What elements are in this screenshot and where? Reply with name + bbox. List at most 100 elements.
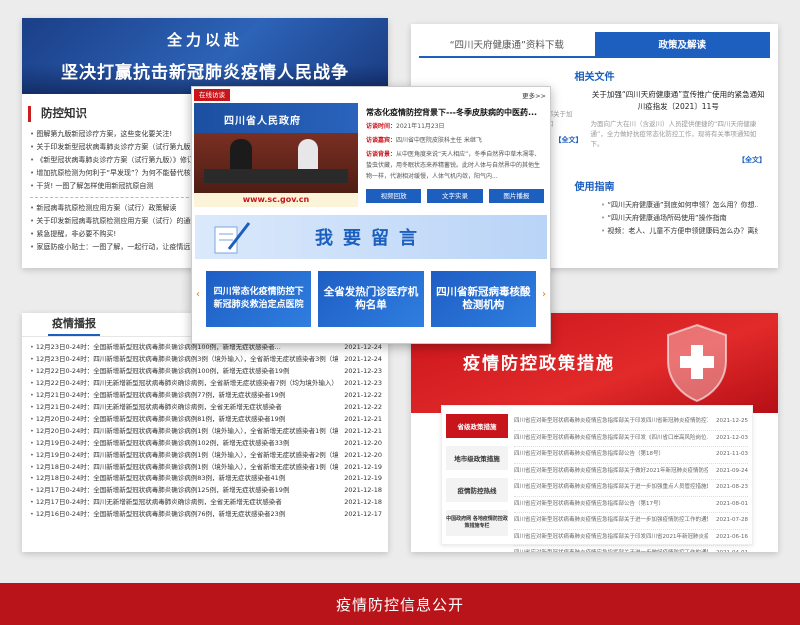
interview-video-thumbnail[interactable]: 四川省人民政府 www.sc.gov.cn	[194, 103, 358, 207]
tab-policy[interactable]: 政策及解读	[594, 32, 770, 56]
card-fever-clinics[interactable]: 全省发热门诊医疗机构名单	[318, 271, 424, 327]
row-text: 12月20日0-24时：全国新增新型冠状病毒肺炎确诊病例81例，新增无症状感染者…	[30, 414, 338, 426]
table-row[interactable]: 12月19日0-24时：全国新增新型冠状病毒肺炎确诊病例102例，新增无症状感染…	[30, 438, 382, 450]
row-date: 2021-12-17	[344, 510, 382, 519]
interview-buttons: 视频回放 文字实录 图片播报	[366, 189, 544, 203]
interview-bar: 在线访谈 更多>>	[192, 87, 550, 103]
row-date: 2021-12-22	[344, 390, 382, 399]
banner-line2: 坚决打赢抗击新冠肺炎疫情人民战争	[61, 63, 349, 83]
card-testing-agencies[interactable]: 四川省新冠病毒核酸检测机构	[430, 271, 536, 327]
row-date: 2021-12-03	[716, 434, 748, 441]
menu-item-hotline[interactable]: 疫情防控热线	[446, 478, 508, 502]
table-row[interactable]: 12月23日0-24时：四川新增新型冠状病毒肺炎确诊病例3例（境外输入），全省新…	[30, 354, 382, 366]
table-row[interactable]: 四川省应对新型冠状病毒肺炎疫情应急指挥部关于进一步加强疫情防控工作的通知 2021…	[514, 513, 748, 530]
full-text-link[interactable]: 【全文】	[591, 155, 766, 166]
interview-tag[interactable]: 在线访谈	[194, 89, 230, 101]
row-text: 12月18日0-24时：全国新增新型冠状病毒肺炎确诊病例83例，新增无症状感染者…	[30, 473, 338, 485]
table-row[interactable]: 12月19日0-24时：四川新增新型冠状病毒肺炎确诊病例1例（境外输入），全省新…	[30, 450, 382, 462]
img-header-text: 四川省人民政府	[194, 103, 358, 133]
related-files-title: 相关文件	[574, 72, 615, 83]
table-row[interactable]: 12月16日0-24时：全国新增新型冠状病毒肺炎确诊病例76例，新增无症状感染者…	[30, 509, 382, 521]
table-row[interactable]: 四川省应对新型冠状病毒肺炎疫情应急指挥部关于进一步做好疫情防控工作的通知2021…	[514, 546, 748, 552]
table-row[interactable]: 四川省应对新型冠状病毒肺炎疫情应急指挥部关于印发四川省新冠肺炎疫情防控工作方案的…	[514, 414, 748, 431]
doc-title[interactable]: 关于加强“四川天府健康通”宣传推广使用的紧急通知 川疫指发〔2021〕11号	[591, 89, 766, 113]
row-date: 2021-08-01	[716, 500, 748, 507]
row-text: 12月21日0-24时：四川无新增新型冠状病毒肺炎确诊病例，全省无新增无症状感染…	[30, 402, 338, 414]
row-date: 2021-12-20	[344, 438, 382, 447]
row-date: 2021-06-16	[716, 533, 748, 540]
menu-item-gov[interactable]: 中国政府网 各地疫情防控政策措施专栏	[446, 510, 508, 536]
interview-headline[interactable]: 常态化疫情防控背景下---冬季皮肤病的中医药...	[366, 107, 544, 118]
card-hospitals[interactable]: 四川常态化疫情防控下新冠肺炎救治定点医院	[206, 271, 312, 327]
row-date: 2021-08-23	[716, 484, 748, 490]
table-row[interactable]: 12月18日0-24时：全国新增新型冠状病毒肺炎确诊病例83例，新增无症状感染者…	[30, 473, 382, 485]
pen-icon	[214, 222, 251, 254]
row-text: 12月20日0-24时：四川新增新型冠状病毒肺炎确诊病例1例（境外输入），全省新…	[30, 426, 338, 438]
arrow-left-icon[interactable]: ‹	[196, 289, 200, 300]
doc-item[interactable]: 关于加强“四川天府健康通”宣传推广使用的紧急通知 川疫指发〔2021〕11号 为…	[591, 89, 766, 166]
table-row[interactable]: 12月20日0-24时：四川新增新型冠状病毒肺炎确诊病例1例（境外输入），全省新…	[30, 426, 382, 438]
measures-title: 疫情防控政策措施	[463, 354, 615, 374]
row-text: 四川省应对新型冠状病毒肺炎疫情应急指挥部关于印发《四川省口岸高风险岗位...》的…	[514, 434, 708, 441]
table-row[interactable]: 四川省应对新型冠状病毒肺炎疫情应急指挥部关于做好2021年新冠肺炎疫情防控的通知…	[514, 464, 748, 480]
interview-guest: 访谈嘉宾：四川省中医院皮肤科主任 米继飞	[366, 135, 544, 146]
desk	[204, 169, 348, 183]
time-value: 2021年11月23日	[396, 123, 445, 130]
row-text: 12月16日0-24时：全国新增新型冠状病毒肺炎确诊病例76例，新增无症状感染者…	[30, 509, 338, 521]
list-item[interactable]: 视频：老人、儿童不方便申领健康码怎么办？离线...	[601, 225, 758, 238]
row-date: 2021-12-18	[344, 498, 382, 507]
guest-label: 访谈嘉宾：	[366, 137, 397, 144]
photo-report-button[interactable]: 图片播报	[488, 189, 544, 203]
row-text: 四川省应对新型冠状病毒肺炎疫情应急指挥部关于印发四川省2021年新冠肺炎疫苗接种…	[514, 533, 708, 540]
table-row[interactable]: 四川省应对新型冠状病毒肺炎疫情应急指挥部关于印发四川省2021年新冠肺炎疫苗接种…	[514, 530, 748, 546]
bg-label: 访谈背景：	[366, 151, 397, 158]
transcript-button[interactable]: 文字实录	[427, 189, 483, 203]
broadcast-list: 12月23日0-24时：全国新增新型冠状病毒肺炎确诊病例100例，新增无症状感染…	[22, 337, 388, 521]
table-row[interactable]: 12月18日0-24时：四川新增新型冠状病毒肺炎确诊病例1例（境外输入），全省新…	[30, 462, 382, 474]
menu-item-city[interactable]: 地市级政策措施	[446, 446, 508, 470]
video-replay-button[interactable]: 视频回放	[366, 189, 422, 203]
arrow-right-icon[interactable]: ›	[542, 289, 546, 300]
row-date: 2021-12-21	[344, 426, 382, 435]
list-item[interactable]: “四川天府健康通”到底如何申领？怎么用？你想...	[601, 199, 758, 212]
row-text: 四川省应对新型冠状病毒肺炎疫情应急指挥部关于进一步做好疫情防控工作的通知	[514, 546, 708, 552]
time-label: 访谈时间：	[366, 123, 397, 130]
table-row[interactable]: 四川省应对新型冠状病毒肺炎疫情应急指挥部关于进一步加强重点人员管控措施的通知 20…	[514, 480, 748, 497]
leave-message-banner[interactable]: 我要留言	[195, 215, 547, 259]
row-text: 四川省应对新型冠状病毒肺炎疫情应急指挥部关于进一步加强重点人员管控措施的通知	[514, 484, 708, 490]
table-row[interactable]: 12月22日0-24时：全国新增新型冠状病毒肺炎确诊病例100例，新增无症状感染…	[30, 366, 382, 378]
interview-background: 访谈背景：从中医角度来说“天人相应”，冬季自然界中草木凋零、蛰虫伏藏，用冬眠状态…	[366, 149, 544, 183]
service-cards: ‹ 四川常态化疫情防控下新冠肺炎救治定点医院 全省发热门诊医疗机构名单 四川省新…	[192, 259, 550, 327]
banner-line1: 全力以赴	[166, 31, 243, 49]
files-tabs: “四川天府健康通”资料下载 政策及解读	[419, 32, 770, 58]
row-text: 12月22日0-24时：全国新增新型冠状病毒肺炎确诊病例100例，新增无症状感染…	[30, 366, 338, 378]
row-text: 12月17日0-24时：全国新增新型冠状病毒肺炎确诊病例125例，新增无症状感染…	[30, 485, 338, 497]
prevention-banner[interactable]: 全力以赴 坚决打赢抗击新冠肺炎疫情人民战争	[22, 18, 388, 94]
table-row[interactable]: 四川省应对新型冠状病毒肺炎疫情应急指挥部公告（第18号） 2021-11-03	[514, 447, 748, 464]
row-date: 2021-12-24	[344, 354, 382, 363]
table-row[interactable]: 12月17日0-24时：四川无新增新型冠状病毒肺炎确诊病例，全省无新增无症状感染…	[30, 497, 382, 509]
table-row[interactable]: 四川省应对新型冠状病毒肺炎疫情应急指挥部公告（第17号） 2021-08-01	[514, 497, 748, 513]
table-row[interactable]: 12月21日0-24时：全国新增新型冠状病毒肺炎确诊病例77例，新增无症状感染者…	[30, 390, 382, 402]
row-text: 四川省应对新型冠状病毒肺炎疫情应急指挥部公告（第18号）	[514, 451, 665, 457]
row-text: 四川省应对新型冠状病毒肺炎疫情应急指挥部关于印发四川省新冠肺炎疫情防控工作方案的…	[514, 418, 708, 424]
table-row[interactable]: 12月20日0-24时：全国新增新型冠状病毒肺炎确诊病例81例，新增无症状感染者…	[30, 414, 382, 426]
row-text: 12月17日0-24时：四川无新增新型冠状病毒肺炎确诊病例，全省无新增无症状感染…	[30, 497, 338, 509]
list-item[interactable]: “四川天府健康通场所码使用”操作指南	[601, 212, 758, 225]
shield-cross-icon	[667, 323, 727, 403]
table-row[interactable]: 12月21日0-24时：四川无新增新型冠状病毒肺炎确诊病例，全省无新增无症状感染…	[30, 402, 382, 414]
table-row[interactable]: 12月22日0-24时：四川无新增新型冠状病毒肺炎确诊病例，全省新增无症状感染者…	[30, 378, 382, 390]
row-text: 四川省应对新型冠状病毒肺炎疫情应急指挥部公告（第17号）	[514, 500, 665, 507]
row-text: 12月21日0-24时：全国新增新型冠状病毒肺炎确诊病例77例，新增无症状感染者…	[30, 390, 338, 402]
menu-item-provincial[interactable]: 省级政策措施	[446, 414, 508, 438]
more-link[interactable]: 更多>>	[522, 90, 546, 100]
tab-download[interactable]: “四川天府健康通”资料下载	[419, 32, 595, 56]
broadcast-title: 疫情播报	[48, 315, 100, 336]
table-row[interactable]: 12月17日0-24时：全国新增新型冠状病毒肺炎确诊病例125例，新增无症状感染…	[30, 485, 382, 497]
row-date: 2021-12-22	[344, 402, 382, 411]
broadcast-panel: 疫情播报 12月23日0-24时：全国新增新型冠状病毒肺炎确诊病例100例，新增…	[22, 313, 388, 552]
table-row[interactable]: 四川省应对新型冠状病毒肺炎疫情应急指挥部关于印发《四川省口岸高风险岗位...》的…	[514, 431, 748, 447]
row-text: 12月23日0-24时：四川新增新型冠状病毒肺炎确诊病例3例（境外输入），全省新…	[30, 354, 338, 366]
row-text: 12月18日0-24时：四川新增新型冠状病毒肺炎确诊病例1例（境外输入），全省新…	[30, 462, 338, 474]
row-text: 12月22日0-24时：四川无新增新型冠状病毒肺炎确诊病例，全省新增无症状感染者…	[30, 378, 338, 390]
